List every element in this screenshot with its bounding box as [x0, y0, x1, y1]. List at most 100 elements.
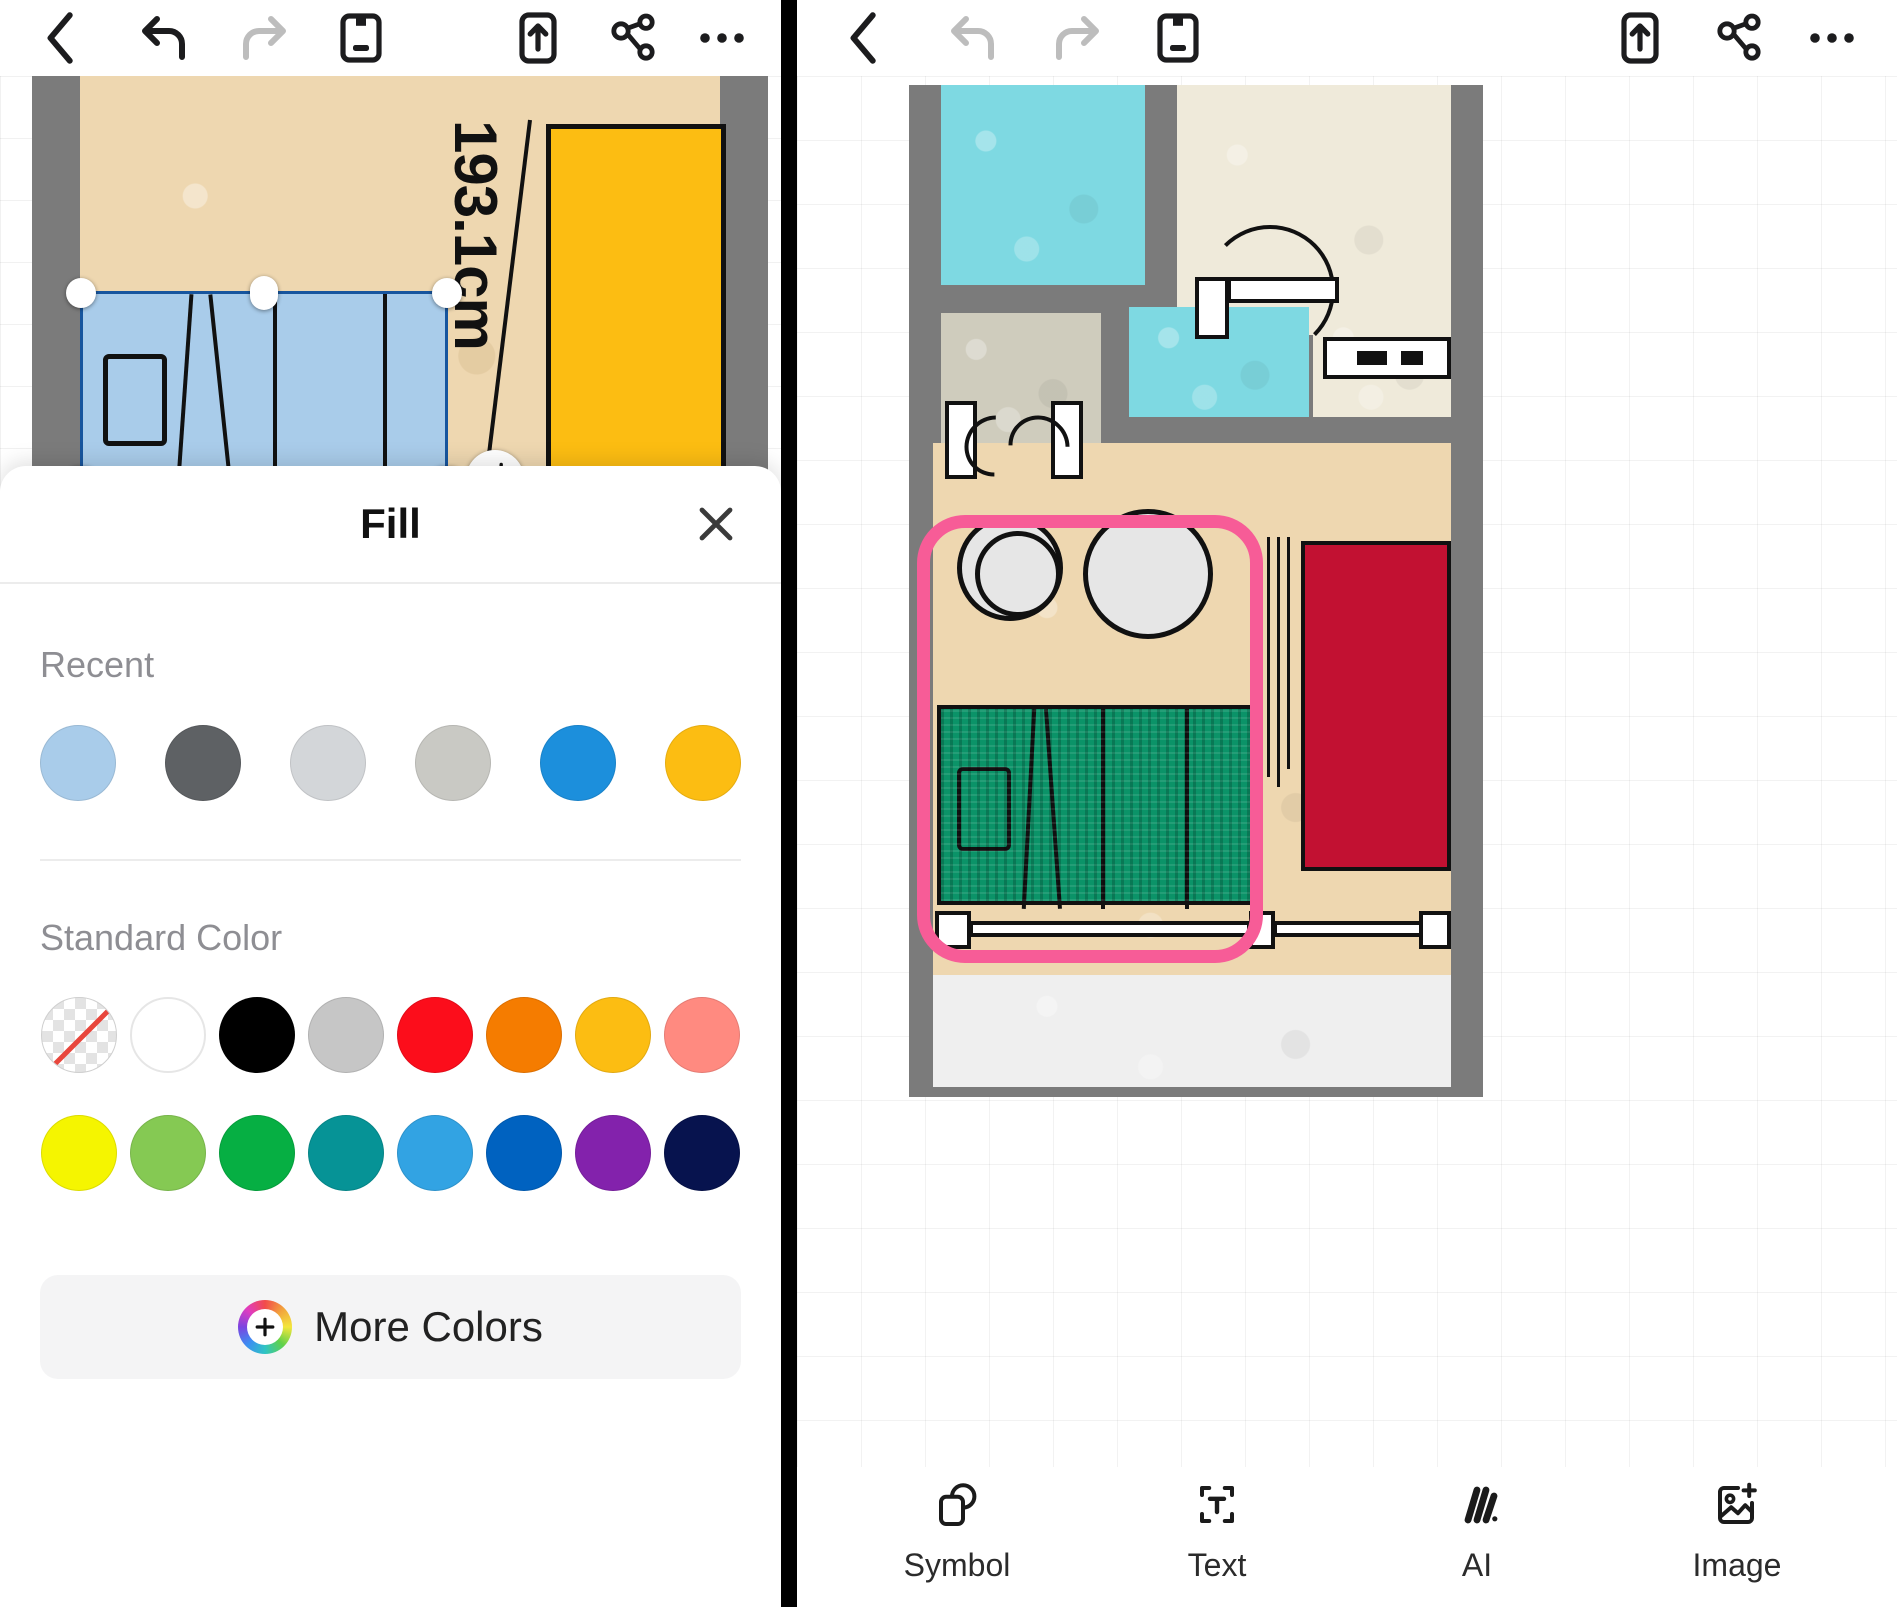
std-swatch-light-green[interactable]	[129, 1115, 206, 1191]
door-threshold	[1227, 277, 1339, 303]
bed-divider-line	[1101, 709, 1105, 909]
curtain-line	[1267, 537, 1270, 777]
std-swatch-amber[interactable]	[574, 997, 651, 1073]
close-icon[interactable]	[689, 497, 743, 551]
undo-button[interactable]	[132, 5, 198, 71]
swatch-cell[interactable]	[415, 718, 491, 807]
recent-swatch-amber[interactable]	[665, 724, 741, 801]
bed-pillow	[957, 767, 1011, 851]
swatch-cell[interactable]	[40, 718, 116, 807]
sliding-door-track	[969, 921, 1251, 937]
std-swatch-green[interactable]	[218, 1115, 295, 1191]
std-swatch-white[interactable]	[129, 997, 206, 1073]
undo-button[interactable]	[941, 5, 1007, 71]
redo-button[interactable]	[1043, 5, 1109, 71]
image-tool[interactable]: Image	[1637, 1480, 1837, 1584]
std-swatch-red[interactable]	[396, 997, 473, 1073]
std-swatch-teal[interactable]	[307, 1115, 384, 1191]
save-button[interactable]	[1145, 5, 1211, 71]
back-button[interactable]	[831, 5, 897, 71]
swatch-cell[interactable]	[212, 1103, 301, 1203]
std-swatch-orange[interactable]	[485, 997, 562, 1073]
swatch-cell[interactable]	[123, 985, 212, 1085]
standard-colors-row-2	[0, 1103, 781, 1203]
swatch-cell[interactable]	[123, 1103, 212, 1203]
back-button[interactable]	[28, 5, 94, 71]
swatch-cell[interactable]	[34, 1103, 123, 1203]
resize-handle-top-center[interactable]	[250, 276, 278, 310]
swatch-cell[interactable]	[657, 1103, 746, 1203]
swatch-cell[interactable]	[390, 1103, 479, 1203]
symbol-tool[interactable]: Symbol	[857, 1480, 1057, 1584]
ai-tool-label: AI	[1461, 1547, 1493, 1583]
floorplan[interactable]	[909, 85, 1483, 1097]
swatch-cell[interactable]	[165, 718, 241, 807]
standard-colors-row-1	[0, 985, 781, 1085]
swatch-cell[interactable]	[479, 985, 568, 1085]
std-swatch-salmon[interactable]	[663, 997, 740, 1073]
share-button[interactable]	[601, 5, 667, 71]
bed-blanket-curve	[208, 294, 232, 479]
round-table-large[interactable]	[1083, 509, 1213, 639]
sliding-door-center	[1249, 911, 1275, 949]
swatch-cell[interactable]	[568, 1103, 657, 1203]
std-swatch-grey[interactable]	[307, 997, 384, 1073]
swatch-cell[interactable]	[301, 1103, 390, 1203]
right-canvas[interactable]	[797, 76, 1897, 1467]
recent-swatch-light-blue[interactable]	[40, 724, 116, 801]
swatch-cell[interactable]	[301, 985, 390, 1085]
ai-tool[interactable]: AI	[1377, 1480, 1577, 1584]
resize-handle-top-left[interactable]	[66, 278, 96, 308]
resize-handle-top-right[interactable]	[432, 278, 462, 308]
export-button[interactable]	[505, 5, 571, 71]
color-wheel-plus-icon	[238, 1300, 293, 1354]
swatch-cell[interactable]	[34, 985, 123, 1085]
sliding-door-right	[1419, 911, 1451, 949]
recent-swatch-blue[interactable]	[540, 724, 616, 801]
std-swatch-no-fill[interactable]	[40, 997, 117, 1073]
recent-swatch-light-grey[interactable]	[290, 724, 366, 801]
std-swatch-blue[interactable]	[485, 1115, 562, 1191]
text-tool-label: Text	[1187, 1547, 1247, 1583]
recent-swatch-silver-grey[interactable]	[415, 724, 491, 801]
selected-bed-object[interactable]	[80, 291, 448, 479]
wall-left	[32, 76, 80, 476]
fill-sheet-header: Fill	[0, 466, 781, 584]
more-button[interactable]	[689, 5, 755, 71]
sofa[interactable]	[1301, 541, 1451, 871]
std-swatch-sky-blue[interactable]	[396, 1115, 473, 1191]
share-button[interactable]	[1707, 5, 1773, 71]
door-panel	[1195, 277, 1229, 339]
wall-right	[720, 76, 768, 476]
more-button[interactable]	[1799, 5, 1865, 71]
counter-fitting	[1357, 351, 1387, 365]
image-plus-icon	[1712, 1480, 1762, 1535]
room-bathroom-top-left[interactable]	[941, 85, 1145, 285]
bed-divider-line	[383, 294, 387, 479]
export-button[interactable]	[1607, 5, 1673, 71]
swatch-cell[interactable]	[665, 718, 741, 807]
swatch-cell[interactable]	[479, 1103, 568, 1203]
room-balcony-bottom[interactable]	[933, 975, 1451, 1087]
recent-swatch-dark-grey[interactable]	[165, 724, 241, 801]
swatch-cell[interactable]	[540, 718, 616, 807]
ai-strokes-icon	[1452, 1480, 1502, 1535]
redo-button[interactable]	[230, 5, 296, 71]
save-button[interactable]	[328, 5, 394, 71]
swatch-cell[interactable]	[568, 985, 657, 1085]
std-swatch-black[interactable]	[218, 997, 295, 1073]
more-colors-button[interactable]: More Colors	[40, 1275, 741, 1379]
curtain-line	[1287, 537, 1290, 769]
swatch-cell[interactable]	[290, 718, 366, 807]
adjacent-object-yellow[interactable]	[546, 124, 726, 476]
std-swatch-purple[interactable]	[574, 1115, 651, 1191]
swatch-cell[interactable]	[212, 985, 301, 1085]
std-swatch-navy[interactable]	[663, 1115, 740, 1191]
text-tool[interactable]: Text	[1117, 1480, 1317, 1584]
swatch-cell[interactable]	[390, 985, 479, 1085]
round-table-small[interactable]	[975, 531, 1061, 617]
bed[interactable]	[937, 705, 1255, 909]
std-swatch-yellow[interactable]	[40, 1115, 117, 1191]
counter-fitting	[1401, 351, 1423, 365]
swatch-cell[interactable]	[657, 985, 746, 1085]
